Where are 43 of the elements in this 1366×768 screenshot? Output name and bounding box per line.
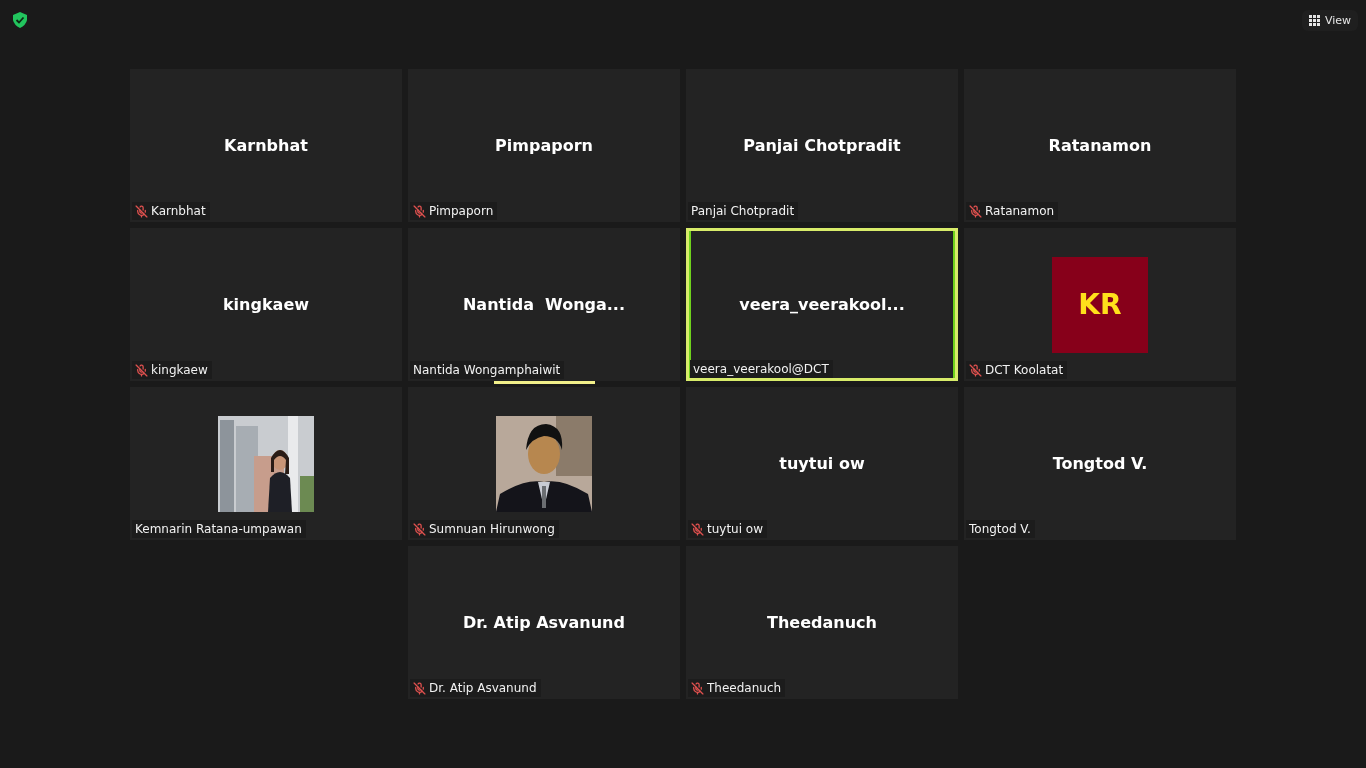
video-tile[interactable]: Panjai Chotpradit Panjai Chotpradit bbox=[686, 69, 958, 222]
shield-check-icon[interactable] bbox=[13, 12, 27, 28]
participant-name: kingkaew bbox=[222, 295, 309, 314]
participant-label: Ratanamon bbox=[985, 204, 1055, 218]
participant-name: tuytui ow bbox=[779, 454, 865, 473]
video-tile[interactable]: Pimpaporn Pimpaporn bbox=[408, 69, 680, 222]
video-tile[interactable]: Sumnuan Hirunwong bbox=[408, 387, 680, 540]
participant-name: Nantida Wonga... bbox=[462, 295, 625, 314]
video-tile[interactable]: Karnbhat Karnbhat bbox=[130, 69, 402, 222]
view-button[interactable]: View bbox=[1301, 9, 1358, 31]
video-tile[interactable]: Kemnarin Ratana-umpawan bbox=[130, 387, 402, 540]
participant-label: Theedanuch bbox=[707, 681, 782, 695]
video-tile[interactable]: veera_veerakool... veera_veerakool@DCT bbox=[686, 228, 958, 381]
participant-label: Tongtod V. bbox=[969, 522, 1031, 536]
participant-label: Nantida Wongamphaiwit bbox=[413, 363, 561, 377]
participant-label: kingkaew bbox=[151, 363, 208, 377]
participant-label: veera_veerakool@DCT bbox=[693, 362, 829, 376]
participant-name: Tongtod V. bbox=[1052, 454, 1148, 473]
video-tile[interactable]: Nantida Wonga... Nantida Wongamphaiwit bbox=[408, 228, 680, 381]
participant-name: Ratanamon bbox=[1048, 136, 1152, 155]
participant-label: tuytui ow bbox=[707, 522, 764, 536]
grid-icon bbox=[1308, 14, 1320, 26]
participant-label: Pimpaporn bbox=[429, 204, 494, 218]
participant-label: DCT Koolatat bbox=[985, 363, 1064, 377]
participant-name: Dr. Atip Asvanund bbox=[463, 613, 625, 632]
video-tile[interactable]: kingkaew kingkaew bbox=[130, 228, 402, 381]
participant-name: Karnbhat bbox=[224, 136, 308, 155]
participant-label: Sumnuan Hirunwong bbox=[429, 522, 555, 536]
video-tile[interactable]: tuytui ow tuytui ow bbox=[686, 387, 958, 540]
participant-label: Kemnarin Ratana-umpawan bbox=[135, 522, 302, 536]
video-tile[interactable]: Theedanuch Theedanuch bbox=[686, 546, 958, 699]
video-tile[interactable]: Ratanamon Ratanamon bbox=[964, 69, 1236, 222]
participant-label: Karnbhat bbox=[151, 204, 206, 218]
participant-label: Panjai Chotpradit bbox=[691, 204, 795, 218]
participant-name: Pimpaporn bbox=[495, 136, 593, 155]
initials-avatar: KR bbox=[1052, 256, 1148, 353]
video-tile[interactable]: Tongtod V. Tongtod V. bbox=[964, 387, 1236, 540]
participant-label: Dr. Atip Asvanund bbox=[429, 681, 537, 695]
video-tile[interactable]: KR DCT Koolatat bbox=[964, 228, 1236, 381]
video-tile[interactable]: Dr. Atip Asvanund Dr. Atip Asvanund bbox=[408, 546, 680, 699]
participant-name: Panjai Chotpradit bbox=[743, 136, 901, 155]
participant-name: Theedanuch bbox=[767, 613, 877, 632]
participant-name: veera_veerakool... bbox=[739, 295, 905, 314]
